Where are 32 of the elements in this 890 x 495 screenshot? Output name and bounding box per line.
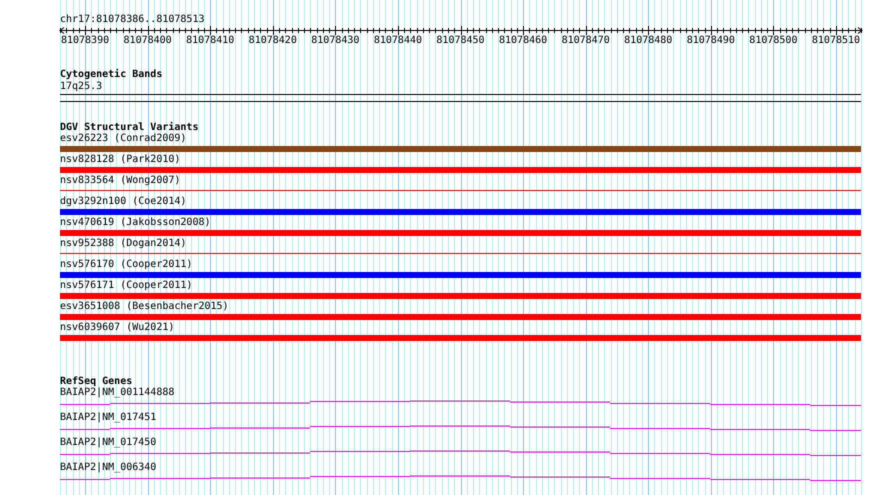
variant-label: nsv833564 (Wong2007) [60, 175, 180, 186]
variant-label: nsv576171 (Cooper2011) [60, 280, 192, 291]
axis-label: 81078470 [562, 35, 610, 46]
axis-label: 81078410 [186, 35, 234, 46]
gene-label: BAIAP2|NM_001144888 [60, 387, 174, 398]
variant-label: nsv828128 (Park2010) [60, 154, 180, 165]
track-title: DGV Structural Variants [60, 122, 198, 133]
axis-label: 81078480 [624, 35, 672, 46]
ruler-title: chr17:81078386..81078513 [60, 14, 204, 25]
track-title: RefSeq Genes [60, 376, 132, 387]
axis-label: 81078440 [374, 35, 422, 46]
variant-label: dgv3292n100 (Coe2014) [60, 196, 186, 207]
variant-label: nsv6039607 (Wu2021) [60, 322, 174, 333]
track-title: Cytogenetic Bands [60, 69, 162, 81]
axis-label: 81078390 [60, 35, 110, 46]
axis-label: 81078450 [436, 35, 485, 46]
axis-label: 81078510 [812, 35, 860, 46]
variant-label: esv26223 (Conrad2009) [60, 133, 186, 144]
axis-label: 81078490 [686, 35, 735, 46]
band-label: 17q25.3 [60, 81, 102, 92]
gene-label: BAIAP2|NM_006340 [60, 462, 156, 473]
axis-label: 81078400 [124, 35, 172, 46]
variant-label: nsv952388 (Dogan2014) [60, 238, 186, 249]
axis-label: 81078420 [248, 35, 297, 46]
axis-label: 81078500 [749, 35, 798, 46]
gene-label: BAIAP2|NM_017451 [60, 412, 156, 423]
axis-label: 81078460 [499, 35, 548, 46]
axis-label: 81078430 [311, 35, 360, 46]
gene-label: BAIAP2|NM_017450 [60, 437, 156, 448]
variant-label: nsv576170 (Cooper2011) [60, 259, 192, 270]
variant-label: nsv470619 (Jakobsson2008) [60, 217, 211, 228]
variant-label: esv3651008 (Besenbacher2015) [60, 301, 229, 312]
